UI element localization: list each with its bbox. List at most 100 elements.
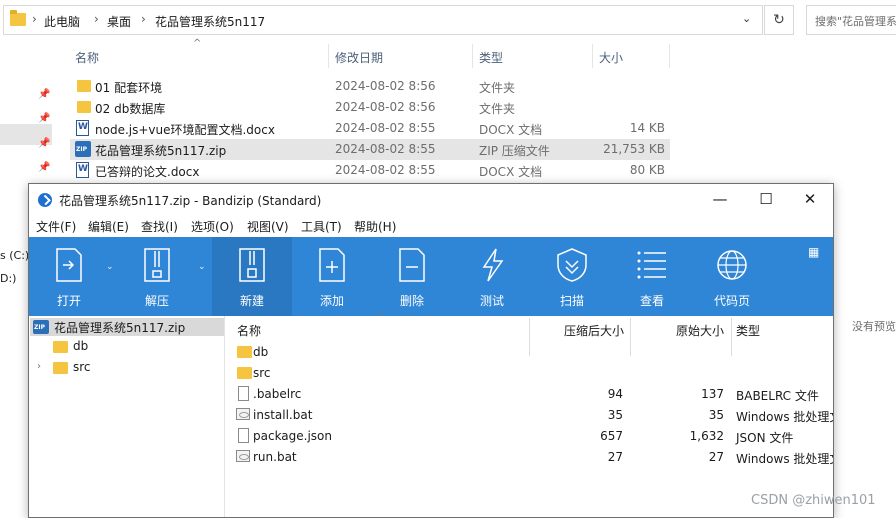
file-type: 文件夹 (479, 81, 516, 95)
add-label: 添加 (319, 294, 344, 308)
tree-item-label: src (73, 360, 91, 374)
sort-ascending-icon: ^ (193, 38, 202, 49)
entry-name: run.bat (253, 450, 297, 464)
entry-name: install.bat (253, 408, 313, 422)
column-header-name[interactable]: 名称 (75, 49, 99, 66)
column-header-date[interactable]: 修改日期 (335, 49, 383, 66)
search-input[interactable]: 搜索"花品管理系 (806, 5, 896, 35)
word-document-icon (76, 120, 89, 136)
entry-original-size: 137 (701, 387, 724, 401)
breadcrumb-desktop[interactable]: 桌面 (107, 13, 131, 30)
column-header-packed-size[interactable]: 压缩后大小 (564, 322, 624, 339)
drive-d-label[interactable]: D:) (0, 272, 16, 285)
folder-tree: 花品管理系统5n117.zip db › src (29, 316, 225, 517)
close-button[interactable]: ✕ (787, 184, 833, 216)
codepage-button[interactable]: 代码页 (692, 237, 772, 316)
file-row[interactable]: node.js+vue环境配置文档.docx 2024-08-02 8:55 D… (70, 118, 670, 139)
new-archive-icon (239, 248, 265, 282)
entry-packed-size: 94 (607, 387, 623, 401)
list-item[interactable]: .babelrc 94 137 BABELRC 文件 (230, 384, 833, 405)
column-divider[interactable] (592, 44, 593, 68)
open-button[interactable]: 打开 (29, 237, 109, 316)
breadcrumb-this-pc[interactable]: 此电脑 (44, 13, 80, 30)
column-divider[interactable] (669, 44, 670, 68)
folder-icon (237, 346, 252, 358)
column-divider[interactable] (472, 44, 473, 68)
drive-c-label[interactable]: s (C:) (0, 249, 29, 262)
tree-root[interactable]: 花品管理系统5n117.zip (29, 318, 225, 336)
add-file-icon (319, 248, 345, 282)
menu-view[interactable]: 视图(V) (247, 218, 289, 235)
column-header-type[interactable]: 类型 (736, 322, 760, 339)
pin-icon: 📌 (38, 138, 51, 149)
title-bar[interactable]: 花品管理系统5n117.zip - Bandizip (Standard) — … (29, 184, 833, 216)
menu-edit[interactable]: 编辑(E) (88, 218, 129, 235)
file-date: 2024-08-02 8:55 (335, 121, 436, 135)
zip-archive-icon (33, 320, 49, 334)
tree-item-db[interactable]: db (29, 338, 225, 356)
column-header-original-size[interactable]: 原始大小 (676, 322, 724, 339)
new-archive-button[interactable]: 新建 (212, 237, 292, 316)
menu-tools[interactable]: 工具(T) (301, 218, 342, 235)
column-header-name[interactable]: 名称 (237, 322, 261, 339)
pin-icon: 📌 (38, 89, 51, 100)
list-item[interactable]: src (230, 363, 833, 384)
file-row-selected[interactable]: 花品管理系统5n117.zip 2024-08-02 8:55 ZIP 压缩文件… (70, 139, 670, 160)
folder-icon (53, 362, 68, 374)
lightning-icon (482, 248, 504, 282)
extract-dropdown-icon[interactable]: ⌄ (198, 262, 206, 272)
pin-icon: 📌 (38, 113, 51, 124)
folder-icon (10, 10, 26, 26)
add-button[interactable]: 添加 (292, 237, 372, 316)
menu-help[interactable]: 帮助(H) (354, 218, 396, 235)
column-header-type[interactable]: 类型 (479, 49, 503, 66)
list-item[interactable]: package.json 657 1,632 JSON 文件 (230, 426, 833, 447)
open-dropdown-icon[interactable]: ⌄ (106, 262, 114, 272)
file-name: 02 db数据库 (95, 102, 166, 116)
refresh-button[interactable]: ↻ (764, 5, 794, 35)
column-divider[interactable] (328, 44, 329, 68)
delete-button[interactable]: 删除 (372, 237, 452, 316)
file-row[interactable]: 已答辩的论文.docx 2024-08-02 8:55 DOCX 文档 80 K… (70, 160, 670, 181)
entry-original-size: 1,632 (689, 429, 724, 443)
file-row[interactable]: 01 配套环境 2024-08-02 8:56 文件夹 (70, 76, 670, 97)
menu-options[interactable]: 选项(O) (191, 218, 234, 235)
file-type: 文件夹 (479, 102, 516, 116)
menu-file[interactable]: 文件(F) (36, 218, 76, 235)
list-item[interactable]: db (230, 342, 833, 363)
minimize-button[interactable]: — (697, 184, 743, 216)
menu-find[interactable]: 查找(I) (141, 218, 178, 235)
maximize-button[interactable]: ☐ (743, 184, 789, 216)
preview-pane-note: 没有预览 (852, 320, 896, 333)
chevron-down-icon[interactable]: ⌄ (742, 12, 751, 25)
layout-grid-icon[interactable]: ▦ (808, 245, 819, 259)
new-archive-label: 新建 (239, 294, 264, 308)
breadcrumb-current-folder[interactable]: 花品管理系统5n117 (155, 13, 265, 30)
extract-label: 解压 (144, 294, 169, 308)
list-item[interactable]: install.bat 35 35 Windows 批处理文件 (230, 405, 833, 426)
pin-icon: 📌 (38, 162, 51, 173)
tree-item-src[interactable]: › src (29, 359, 225, 377)
file-size: 14 KB (629, 121, 665, 135)
test-button[interactable]: 测试 (452, 237, 532, 316)
scan-button[interactable]: 扫描 (532, 237, 612, 316)
column-header-size[interactable]: 大小 (599, 49, 623, 66)
entry-type: JSON 文件 (736, 431, 794, 445)
list-item[interactable]: run.bat 27 27 Windows 批处理文件 (230, 447, 833, 468)
view-button[interactable]: 查看 (612, 237, 692, 316)
chevron-right-icon: › (94, 12, 99, 26)
file-date: 2024-08-02 8:56 (335, 79, 436, 93)
chevron-right-icon[interactable]: › (37, 361, 41, 372)
open-icon (56, 248, 82, 282)
file-row[interactable]: 02 db数据库 2024-08-02 8:56 文件夹 (70, 97, 670, 118)
file-type: DOCX 文档 (479, 123, 543, 137)
address-bar[interactable]: › 此电脑 › 桌面 › 花品管理系统5n117 ⌄ (3, 5, 763, 35)
file-type: ZIP 压缩文件 (479, 144, 550, 158)
test-label: 测试 (479, 294, 504, 308)
folder-icon (237, 367, 252, 379)
extract-button[interactable]: 解压 (117, 237, 197, 316)
refresh-icon: ↻ (773, 12, 785, 28)
entry-packed-size: 35 (607, 408, 623, 422)
tree-item-label: db (73, 339, 89, 353)
toolbar: 打开 ⌄ 解压 ⌄ 新建 添加 删除 测试 扫描 查看 代码页 ▦ (29, 237, 833, 316)
